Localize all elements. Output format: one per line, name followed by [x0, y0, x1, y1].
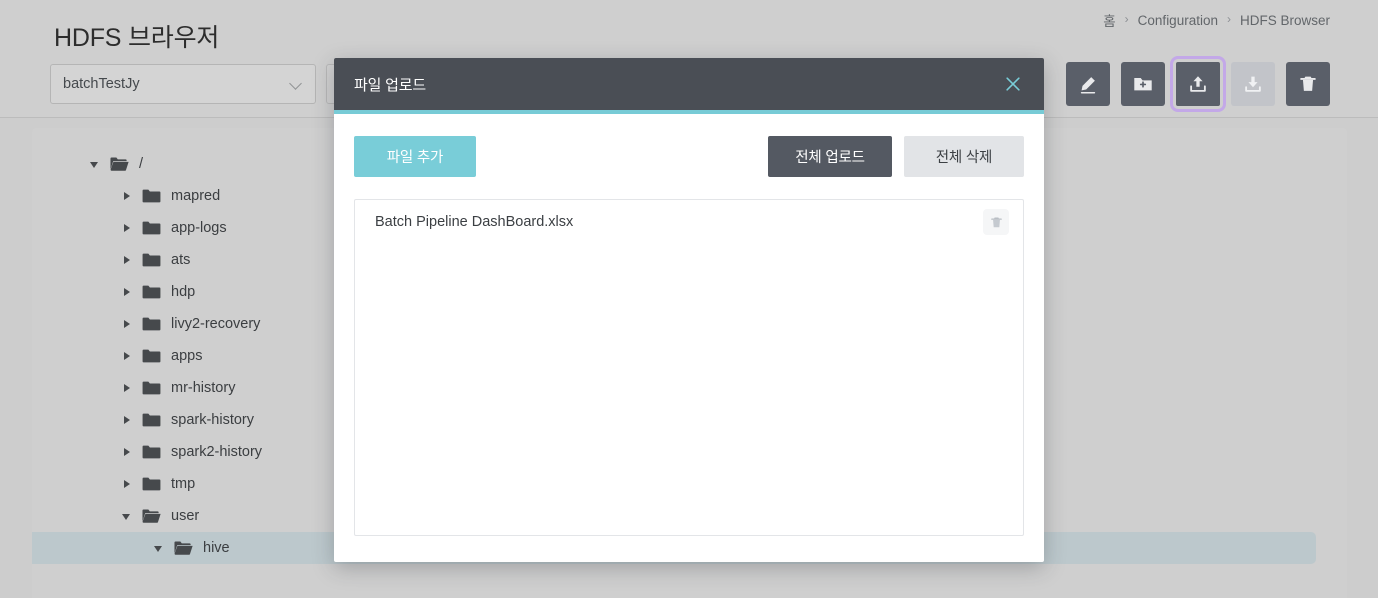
breadcrumb-item-home[interactable]: 홈	[1103, 10, 1115, 30]
chevron-right-icon[interactable]	[119, 284, 135, 300]
tree-node-label: spark-history	[171, 412, 254, 428]
add-file-button[interactable]: 파일 추가	[354, 136, 476, 177]
breadcrumb-item-configuration[interactable]: Configuration	[1138, 13, 1218, 28]
folder-icon	[142, 316, 161, 332]
chevron-down-icon[interactable]	[151, 540, 167, 556]
breadcrumb: 홈 › Configuration › HDFS Browser	[1103, 10, 1330, 30]
repository-select-value: batchTestJy	[63, 76, 140, 92]
tree-node-label: app-logs	[171, 220, 227, 236]
file-action-toolbar	[1066, 56, 1330, 112]
close-icon[interactable]	[1000, 71, 1026, 97]
pencil-icon	[1077, 73, 1099, 95]
hdfs-browser-page: HDFS 브라우저 홈 › Configuration › HDFS Brows…	[0, 0, 1378, 598]
chevron-down-icon[interactable]	[119, 508, 135, 524]
tree-node-label: livy2-recovery	[171, 316, 261, 332]
folder-open-icon	[110, 156, 129, 172]
folder-open-icon	[142, 508, 161, 524]
tree-node-label: ats	[171, 252, 191, 268]
upload-icon	[1187, 73, 1209, 95]
tree-node-label: tmp	[171, 476, 196, 492]
upload-all-button[interactable]: 전체 업로드	[768, 136, 892, 177]
tree-node-label: mr-history	[171, 380, 236, 396]
chevron-right-icon[interactable]	[119, 476, 135, 492]
delete-button[interactable]	[1286, 62, 1330, 106]
modal-header: 파일 업로드	[334, 58, 1044, 110]
folder-icon	[142, 348, 161, 364]
chevron-right-icon[interactable]	[119, 188, 135, 204]
upload-file-list: Batch Pipeline DashBoard.xlsx	[354, 199, 1024, 536]
tree-node-label: /	[139, 156, 144, 172]
tree-node-label: hdp	[171, 284, 196, 300]
folder-icon	[142, 412, 161, 428]
folder-icon	[142, 476, 161, 492]
trash-icon	[1297, 73, 1319, 95]
chevron-right-icon[interactable]	[119, 220, 135, 236]
folder-icon	[142, 284, 161, 300]
folder-icon	[142, 380, 161, 396]
modal-title: 파일 업로드	[354, 76, 426, 94]
breadcrumb-item-hdfs-browser[interactable]: HDFS Browser	[1240, 13, 1330, 28]
upload-file-row: Batch Pipeline DashBoard.xlsx	[355, 200, 1023, 244]
chevron-down-icon	[290, 78, 303, 91]
chevron-right-icon[interactable]	[119, 348, 135, 364]
chevron-right-icon: ›	[1124, 12, 1129, 26]
tree-node-label: spark2-history	[171, 444, 263, 460]
chevron-right-icon[interactable]	[119, 444, 135, 460]
upload-button[interactable]	[1170, 56, 1226, 112]
chevron-right-icon[interactable]	[119, 380, 135, 396]
download-button[interactable]	[1231, 62, 1275, 106]
chevron-right-icon: ›	[1226, 12, 1231, 26]
tree-node-label: apps	[171, 348, 203, 364]
folder-icon	[142, 444, 161, 460]
folder-icon	[142, 188, 161, 204]
tree-node-label: mapred	[171, 188, 221, 204]
modal-action-row: 파일 추가 전체 업로드 전체 삭제	[354, 136, 1024, 177]
folder-icon	[142, 220, 161, 236]
chevron-right-icon[interactable]	[119, 412, 135, 428]
repository-select[interactable]: batchTestJy	[50, 64, 316, 104]
chevron-down-icon[interactable]	[87, 156, 103, 172]
folder-open-icon	[174, 540, 193, 556]
folder-plus-icon	[1132, 73, 1154, 95]
chevron-right-icon[interactable]	[119, 316, 135, 332]
tree-node-label: hive	[203, 540, 230, 556]
folder-icon	[142, 252, 161, 268]
rename-button[interactable]	[1066, 62, 1110, 106]
upload-file-name: Batch Pipeline DashBoard.xlsx	[375, 214, 574, 230]
new-folder-button[interactable]	[1121, 62, 1165, 106]
trash-icon[interactable]	[983, 209, 1009, 235]
tree-node-label: user	[171, 508, 200, 524]
download-icon	[1242, 73, 1264, 95]
delete-all-button[interactable]: 전체 삭제	[904, 136, 1024, 177]
modal-body: 파일 추가 전체 업로드 전체 삭제 Batch Pipeline DashBo…	[334, 114, 1044, 562]
chevron-right-icon[interactable]	[119, 252, 135, 268]
file-upload-modal: 파일 업로드 파일 추가 전체 업로드 전체 삭제 Batch Pipeline…	[334, 58, 1044, 562]
page-title: HDFS 브라우저	[54, 24, 220, 52]
